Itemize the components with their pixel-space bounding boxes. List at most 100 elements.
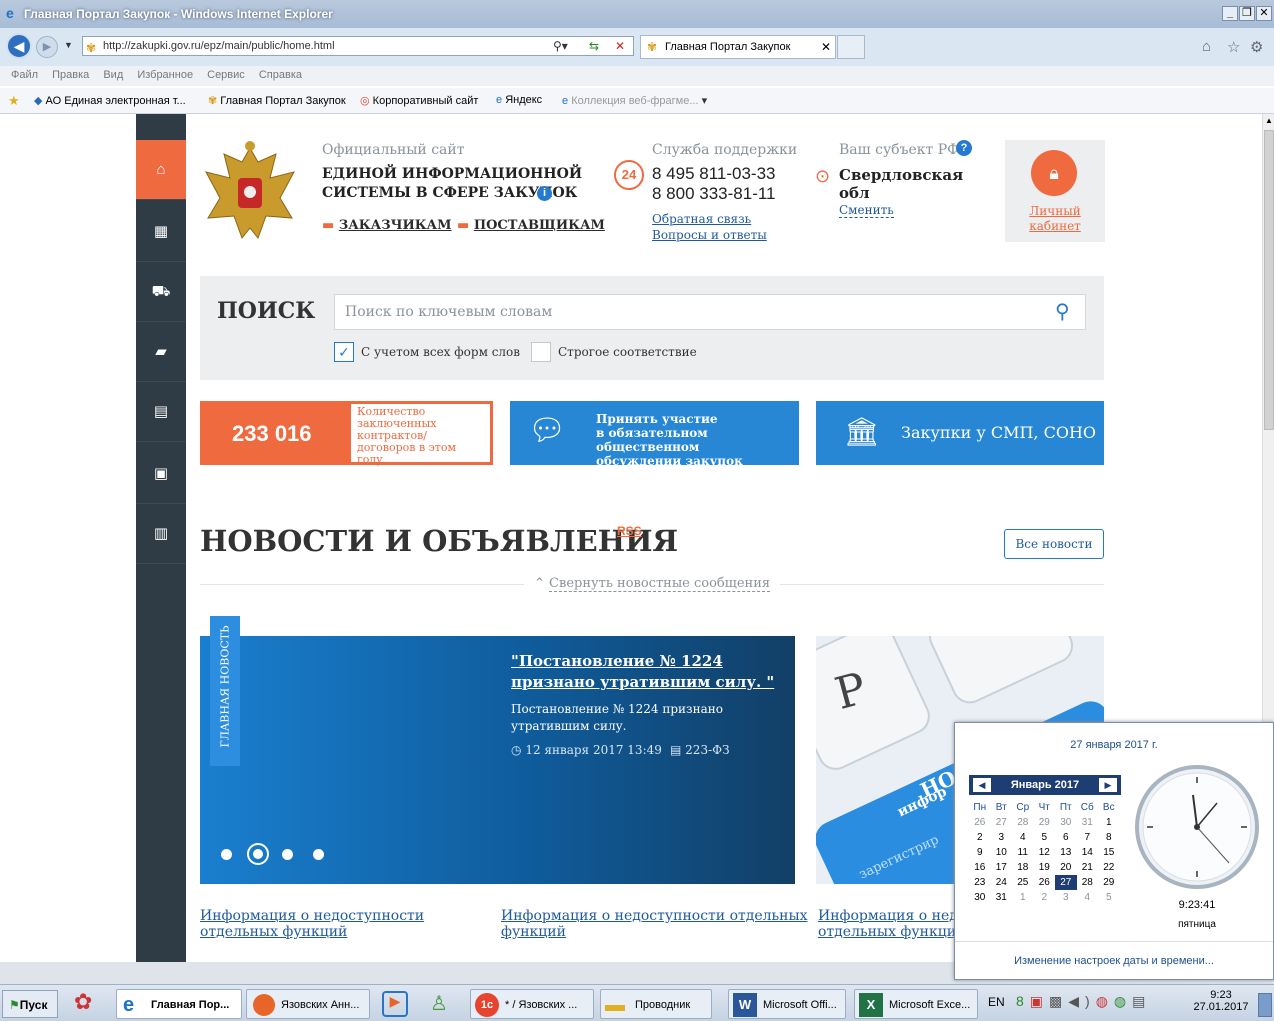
calendar-day[interactable]: 26 <box>1034 875 1056 890</box>
slider-dot-active[interactable] <box>247 843 269 865</box>
menu-view[interactable]: Вид <box>103 69 123 81</box>
task-ie[interactable]: e Главная Пор... <box>116 989 242 1019</box>
main-news-slider[interactable]: ГЛАВНАЯ НОВОСТЬ "Постановление № 1224 пр… <box>200 616 795 884</box>
calendar-day[interactable]: 9 <box>969 845 991 860</box>
faq-link[interactable]: Вопросы и ответы <box>652 228 767 242</box>
address-bar[interactable]: ✾ http://zakupki.gov.ru/epz/main/public/… <box>82 36 634 56</box>
menu-favorites[interactable]: Избранное <box>137 69 193 81</box>
search-icon[interactable]: ⚲▾ <box>553 37 568 55</box>
region-change-link[interactable]: Сменить <box>839 203 894 218</box>
menu-tools[interactable]: Сервис <box>207 69 245 81</box>
date-settings-link[interactable]: Изменение настроек даты и времени... <box>955 955 1273 967</box>
favorite-link[interactable]: e Яндекс <box>496 94 542 106</box>
task-1c[interactable]: 1с * / Язовских ... <box>470 989 594 1019</box>
favorite-link[interactable]: ◆ АО Единая электронная т... <box>34 94 186 107</box>
favorite-link[interactable]: e Коллекция веб-фрагме... ▾ <box>562 94 707 107</box>
all-news-button[interactable]: Все новости <box>1004 529 1104 559</box>
task-explorer[interactable]: ▬ Проводник <box>600 989 712 1019</box>
history-dropdown-icon[interactable]: ▼ <box>64 40 73 50</box>
calendar-day[interactable]: 5 <box>1098 890 1120 905</box>
calendar-day[interactable]: 23 <box>969 875 991 890</box>
info-icon[interactable]: i <box>537 186 552 201</box>
calendar-day[interactable]: 28 <box>1077 875 1099 890</box>
calendar-day[interactable]: 19 <box>1034 860 1056 875</box>
calendar-day[interactable]: 27 <box>991 815 1013 830</box>
favorite-link[interactable]: ✾ Главная Портал Закупок <box>208 94 346 107</box>
media-player-icon[interactable]: ▶ <box>382 991 408 1017</box>
menu-file[interactable]: Файл <box>11 69 38 81</box>
favorite-link[interactable]: ◎ Корпоративный сайт <box>360 94 478 107</box>
calendar-day[interactable]: 25 <box>1012 875 1034 890</box>
strict-match-checkbox[interactable] <box>531 342 551 362</box>
sidebar-item-home[interactable]: ⌂ <box>136 140 186 200</box>
stop-icon[interactable]: ✕ <box>615 37 625 55</box>
calendar-day[interactable]: 22 <box>1098 860 1120 875</box>
suppliers-link[interactable]: ▬ ПОСТАВЩИКАМ <box>457 218 605 233</box>
close-window-button[interactable]: ✕ <box>1256 6 1272 21</box>
calendar-day[interactable]: 18 <box>1012 860 1034 875</box>
calendar-day[interactable]: 1 <box>1012 890 1034 905</box>
calendar-day[interactable]: 3 <box>991 830 1013 845</box>
collapse-news-toggle[interactable]: ⌃ Свернуть новостные сообщения <box>524 576 781 592</box>
feedback-link[interactable]: Обратная связь <box>652 212 751 226</box>
news-link-3[interactable]: Информация о недо отдельных функци <box>818 908 966 940</box>
smp-purchases-button[interactable]: 🏛︎ Закупки у СМП, СОНО <box>816 401 1104 465</box>
news-headline-2[interactable]: признано утратившим силу. " <box>511 673 774 691</box>
calendar-day[interactable]: 7 <box>1077 830 1099 845</box>
prev-month-icon[interactable]: ◀ <box>973 778 991 792</box>
taskbar-clock[interactable]: 9:23 27.01.2017 <box>1190 989 1252 1013</box>
tab-close-icon[interactable]: ✕ <box>821 36 831 58</box>
start-button[interactable]: ⚑Пуск <box>2 990 58 1018</box>
calendar-day[interactable]: 2 <box>969 830 991 845</box>
calendar-day[interactable]: 5 <box>1034 830 1056 845</box>
contracts-count-card[interactable]: 233 016 Количество заключенных контрактов/… <box>200 401 493 466</box>
calendar-day[interactable]: 30 <box>969 890 991 905</box>
sidebar-item-docs[interactable]: ▥ <box>136 504 186 564</box>
minimize-button[interactable]: _ <box>1222 6 1238 21</box>
forward-arrow-icon[interactable]: ▶ <box>36 36 58 58</box>
sidebar-item-book[interactable]: ▰ <box>136 322 186 382</box>
calendar-day[interactable]: 14 <box>1077 845 1099 860</box>
compat-view-icon[interactable]: ⇆ <box>589 37 599 55</box>
public-discussion-button[interactable]: 💬︎ Принять участие в обязательном обществ… <box>510 401 799 468</box>
scroll-up-icon[interactable]: ▲ <box>1264 116 1274 128</box>
menu-help[interactable]: Справка <box>259 69 302 81</box>
calendar-day[interactable]: 4 <box>1077 890 1099 905</box>
calendar-day[interactable]: 2 <box>1034 890 1056 905</box>
calendar-day[interactable]: 3 <box>1055 890 1077 905</box>
news-link-1[interactable]: Информация о недоступности отдельных функ… <box>200 908 424 940</box>
app-icon[interactable]: ♙ <box>430 991 448 1016</box>
sidebar-item-reports[interactable]: ▤ <box>136 382 186 442</box>
search-input[interactable]: Поиск по ключевым словам ⚲ <box>334 294 1086 330</box>
tab-active[interactable]: ✾ Главная Портал Закупок ✕ <box>640 35 836 59</box>
quicklaunch-icon[interactable]: ✿ <box>74 989 92 1015</box>
sidebar-item-calendar[interactable]: ▦ <box>136 202 186 262</box>
calendar-day[interactable]: 29 <box>1098 875 1120 890</box>
calendar-day[interactable]: 12 <box>1034 845 1056 860</box>
calendar-day[interactable]: 15 <box>1098 845 1120 860</box>
calendar-day[interactable]: 31 <box>991 890 1013 905</box>
calendar-day[interactable]: 20 <box>1055 860 1077 875</box>
news-link-2[interactable]: Информация о недоступности отдельных функ… <box>501 908 808 940</box>
calendar-day[interactable]: 28 <box>1012 815 1034 830</box>
slider-dot[interactable] <box>221 849 232 860</box>
slider-dot[interactable] <box>313 849 324 860</box>
calendar-day[interactable]: 29 <box>1034 815 1056 830</box>
language-indicator[interactable]: EN <box>988 995 1005 1009</box>
help-icon[interactable]: ? <box>956 140 972 156</box>
calendar-day[interactable]: 11 <box>1012 845 1034 860</box>
calendar-day[interactable]: 24 <box>991 875 1013 890</box>
home-icon[interactable]: ⌂ <box>1202 38 1211 55</box>
calendar-day[interactable]: 6 <box>1055 830 1077 845</box>
customers-link[interactable]: ▬ ЗАКАЗЧИКАМ <box>322 218 452 233</box>
calendar-day[interactable]: 30 <box>1055 815 1077 830</box>
calendar-day[interactable]: 1 <box>1098 815 1120 830</box>
calendar-day[interactable]: 31 <box>1077 815 1099 830</box>
news-headline-1[interactable]: "Постановление № 1224 <box>511 652 723 670</box>
new-tab-button[interactable] <box>837 35 865 59</box>
gear-icon[interactable]: ⚙ <box>1250 38 1263 56</box>
calendar-day[interactable]: 16 <box>969 860 991 875</box>
menu-edit[interactable]: Правка <box>52 69 89 81</box>
back-arrow-icon[interactable]: ◀ <box>6 33 32 59</box>
calendar-day-selected[interactable]: 27 <box>1055 875 1077 890</box>
